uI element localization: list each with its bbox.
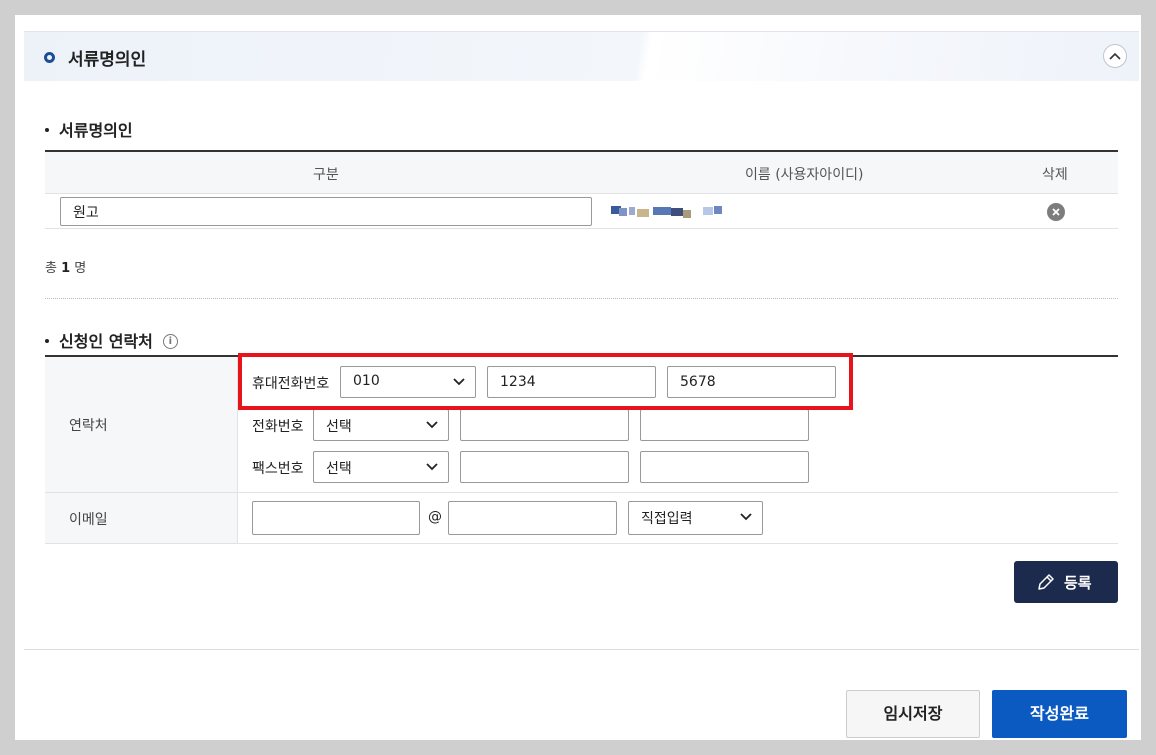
chevron-down-icon <box>740 513 752 521</box>
phone-last-input[interactable] <box>640 409 809 441</box>
page: 서류명의인 서류명의인 구분 이름 (사용자아이디) 삭제 원고 총 1 명 신… <box>15 15 1141 740</box>
owner-table-header: 구분 이름 (사용자아이디) 삭제 <box>45 152 1118 194</box>
header-delete: 삭제 <box>1042 167 1068 183</box>
phone-label: 전화번호 <box>252 419 304 435</box>
phone-middle-input[interactable] <box>460 409 629 441</box>
fax-prefix-select[interactable]: 선택 <box>313 451 449 483</box>
header-category: 구분 <box>313 167 339 183</box>
contact-label: 연락처 <box>69 418 108 434</box>
temp-save-button[interactable]: 임시저장 <box>846 690 980 738</box>
pencil-icon <box>1038 574 1054 590</box>
fax-middle-input[interactable] <box>460 451 629 483</box>
category-input[interactable] <box>60 197 592 226</box>
collapse-button[interactable] <box>1103 44 1127 68</box>
delete-icon[interactable] <box>1047 203 1065 221</box>
fax-last-input[interactable] <box>640 451 809 483</box>
email-row: 이메일 @ 직접입력 <box>45 493 1118 544</box>
email-domain-select[interactable]: 직접입력 <box>628 501 763 535</box>
panel-title: 서류명의인 <box>68 50 147 70</box>
email-label: 이메일 <box>69 512 108 528</box>
email-domain-input[interactable] <box>448 501 617 535</box>
info-icon[interactable]: i <box>162 334 178 349</box>
complete-button[interactable]: 작성완료 <box>992 690 1127 738</box>
register-button[interactable]: 등록 <box>1014 561 1118 603</box>
panel-header: 서류명의인 <box>24 31 1139 81</box>
owner-table: 구분 이름 (사용자아이디) 삭제 <box>45 150 1118 229</box>
highlight-box <box>238 353 853 410</box>
section-title-contact: 신청인 연락처 i <box>45 328 178 352</box>
email-local-input[interactable] <box>252 501 420 535</box>
table-row <box>45 194 1118 229</box>
total-count: 총 1 명 <box>45 261 87 276</box>
phone-prefix-select[interactable]: 선택 <box>313 409 449 441</box>
email-at: @ <box>428 509 442 525</box>
masked-user-name <box>611 204 729 218</box>
bullet-ring-icon <box>44 52 55 63</box>
chevron-down-icon <box>426 463 438 471</box>
header-name: 이름 (사용자아이디) <box>745 167 864 183</box>
footer-divider <box>24 649 1139 650</box>
chevron-up-icon <box>1109 52 1121 60</box>
section-title-owner: 서류명의인 <box>45 117 133 141</box>
chevron-down-icon <box>426 421 438 429</box>
fax-label: 팩스번호 <box>252 461 304 477</box>
divider <box>45 298 1118 299</box>
